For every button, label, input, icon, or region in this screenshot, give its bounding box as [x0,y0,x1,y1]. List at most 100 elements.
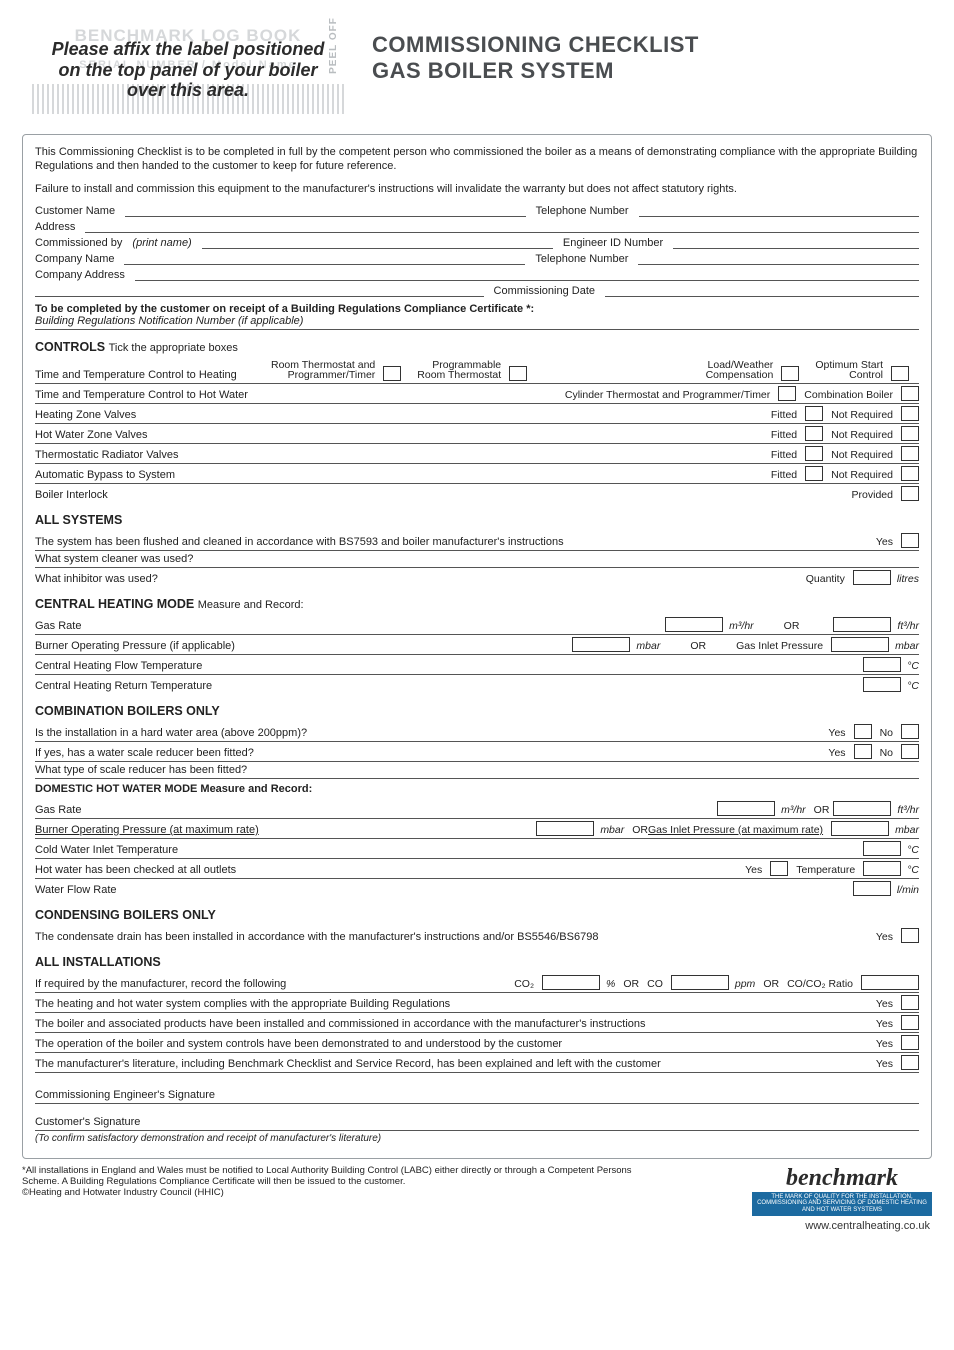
company-name-label: Company Name [35,253,114,265]
ch-gasrate-ft3-field[interactable] [833,617,891,632]
customer-signature[interactable]: Customer's Signature [35,1106,919,1131]
controls-row-3: Automatic Bypass to System Fitted Not Re… [35,464,919,484]
cold-inlet-label: Cold Water Inlet Temperature [35,844,851,856]
address-field[interactable] [85,220,919,233]
disclaimer: *All installations in England and Wales … [22,1165,642,1187]
controls-title: CONTROLS Tick the appropriate boxes [35,340,919,354]
hardwater-yes-checkbox[interactable] [854,724,872,739]
hwzv-fitted-checkbox[interactable] [805,426,823,441]
commissioned-by-label: Commissioned by [35,237,122,249]
outlets-yes-checkbox[interactable] [770,861,788,876]
inhibitor-label: What inhibitor was used? [35,573,798,585]
reducer-fitted-label: If yes, has a water scale reducer been f… [35,747,820,759]
ch-gasrate-m3-field[interactable] [665,617,723,632]
demonstrated-label: The operation of the boiler and system c… [35,1038,868,1050]
ch-inlet-field[interactable] [831,637,889,652]
telephone1-label: Telephone Number [536,205,629,217]
company-address-field[interactable] [135,268,919,281]
engineer-id-field[interactable] [673,236,919,249]
telephone2-label: Telephone Number [535,253,628,265]
complies-checkbox[interactable] [901,995,919,1010]
header: BENCHMARK LOG BOOK SERIAL NUMBER / Model… [0,0,954,128]
flush-yes-checkbox[interactable] [901,533,919,548]
heating-opt2-checkbox[interactable] [509,366,527,381]
heating-control-label: Time and Temperature Control to Heating [35,369,265,381]
hw-opt1-checkbox[interactable] [778,386,796,401]
telephone1-field[interactable] [639,204,919,217]
page: BENCHMARK LOG BOOK SERIAL NUMBER / Model… [0,0,954,1232]
dhw-inlet-field[interactable] [831,821,889,836]
customer-name-field[interactable] [125,204,526,217]
ch-burner-label: Burner Operating Pressure (if applicable… [35,640,560,652]
commissioned-by-field[interactable] [202,236,553,249]
print-name-label: (print name) [132,237,191,249]
flush-label: The system has been flushed and cleaned … [35,536,868,548]
demonstrated-checkbox[interactable] [901,1035,919,1050]
hw-opt2-checkbox[interactable] [901,386,919,401]
company-address-label: Company Address [35,269,125,281]
cleaner-label: What system cleaner was used? [35,553,919,565]
compliance-sub: Building Regulations Notification Number… [35,315,919,330]
dhw-gasrate-m3-field[interactable] [717,801,775,816]
co2-field[interactable] [542,975,600,990]
outlets-temp-field[interactable] [863,861,901,876]
condensate-yes-checkbox[interactable] [901,928,919,943]
engineer-signature[interactable]: Commissioning Engineer's Signature [35,1079,919,1104]
trv-fitted-checkbox[interactable] [805,446,823,461]
condensate-label: The condensate drain has been installed … [35,931,868,943]
hardwater-label: Is the installation in a hard water area… [35,727,820,739]
interlock-row: Boiler Interlock Provided [35,484,919,503]
ch-flow-field[interactable] [863,657,901,672]
benchmark-strip: THE MARK OF QUALITY FOR THE INSTALLATION… [752,1192,932,1216]
inhibitor-qty-field[interactable] [853,570,891,585]
cold-inlet-field[interactable] [863,841,901,856]
footer-url: www.centralheating.co.uk [0,1220,930,1232]
dhw-gasrate-ft3-field[interactable] [833,801,891,816]
interlock-checkbox[interactable] [901,486,919,501]
trv-notreq-checkbox[interactable] [901,446,919,461]
affix-1: Please affix the label positioned [28,39,348,60]
heating-opt3-checkbox[interactable] [781,366,799,381]
reducer-yes-checkbox[interactable] [854,744,872,759]
controls-row-1: Hot Water Zone Valves Fitted Not Require… [35,424,919,444]
ch-return-field[interactable] [863,677,901,692]
installed-label: The boiler and associated products have … [35,1018,868,1030]
telephone2-field[interactable] [638,252,919,265]
dhw-burner-label: Burner Operating Pressure (at maximum ra… [35,824,524,836]
reducer-no-checkbox[interactable] [901,744,919,759]
condensing-title: CONDENSING BOILERS ONLY [35,908,919,922]
flowrate-field[interactable] [853,881,891,896]
ch-burner-field[interactable] [572,637,630,652]
bypass-fitted-checkbox[interactable] [805,466,823,481]
affix-3: over this area. [28,80,348,101]
bypass-notreq-checkbox[interactable] [901,466,919,481]
dhw-burner-field[interactable] [536,821,594,836]
intro-2: Failure to install and commission this e… [35,182,919,196]
company-address-field-2[interactable] [35,284,484,297]
complies-label: The heating and hot water system complie… [35,998,868,1010]
flowrate-label: Water Flow Rate [35,884,841,896]
affix-label-area: BENCHMARK LOG BOOK SERIAL NUMBER / Model… [28,20,348,120]
company-name-field[interactable] [124,252,525,265]
signature-footnote: (To confirm satisfactory demonstration a… [35,1131,919,1144]
ratio-field[interactable] [861,975,919,990]
reducer-type-label: What type of scale reducer has been fitt… [35,764,919,776]
hardwater-no-checkbox[interactable] [901,724,919,739]
heating-opt1-checkbox[interactable] [383,366,401,381]
identity-fields: Customer Name Telephone Number Address C… [35,204,919,297]
literature-checkbox[interactable] [901,1055,919,1070]
affix-2: on the top panel of your boiler [28,60,348,81]
commissioning-date-field[interactable] [605,284,919,297]
controls-row-0: Heating Zone Valves Fitted Not Required [35,404,919,424]
title-2: GAS BOILER SYSTEM [372,58,699,84]
commissioning-date-label: Commissioning Date [494,285,595,297]
all-systems-title: ALL SYSTEMS [35,513,919,527]
controls-subtitle: Tick the appropriate boxes [109,342,238,354]
installed-checkbox[interactable] [901,1015,919,1030]
hzv-notreq-checkbox[interactable] [901,406,919,421]
co-field[interactable] [671,975,729,990]
hwzv-notreq-checkbox[interactable] [901,426,919,441]
hzv-fitted-checkbox[interactable] [805,406,823,421]
heating-opt4-checkbox[interactable] [891,366,909,381]
intro-1: This Commissioning Checklist is to be co… [35,145,919,174]
